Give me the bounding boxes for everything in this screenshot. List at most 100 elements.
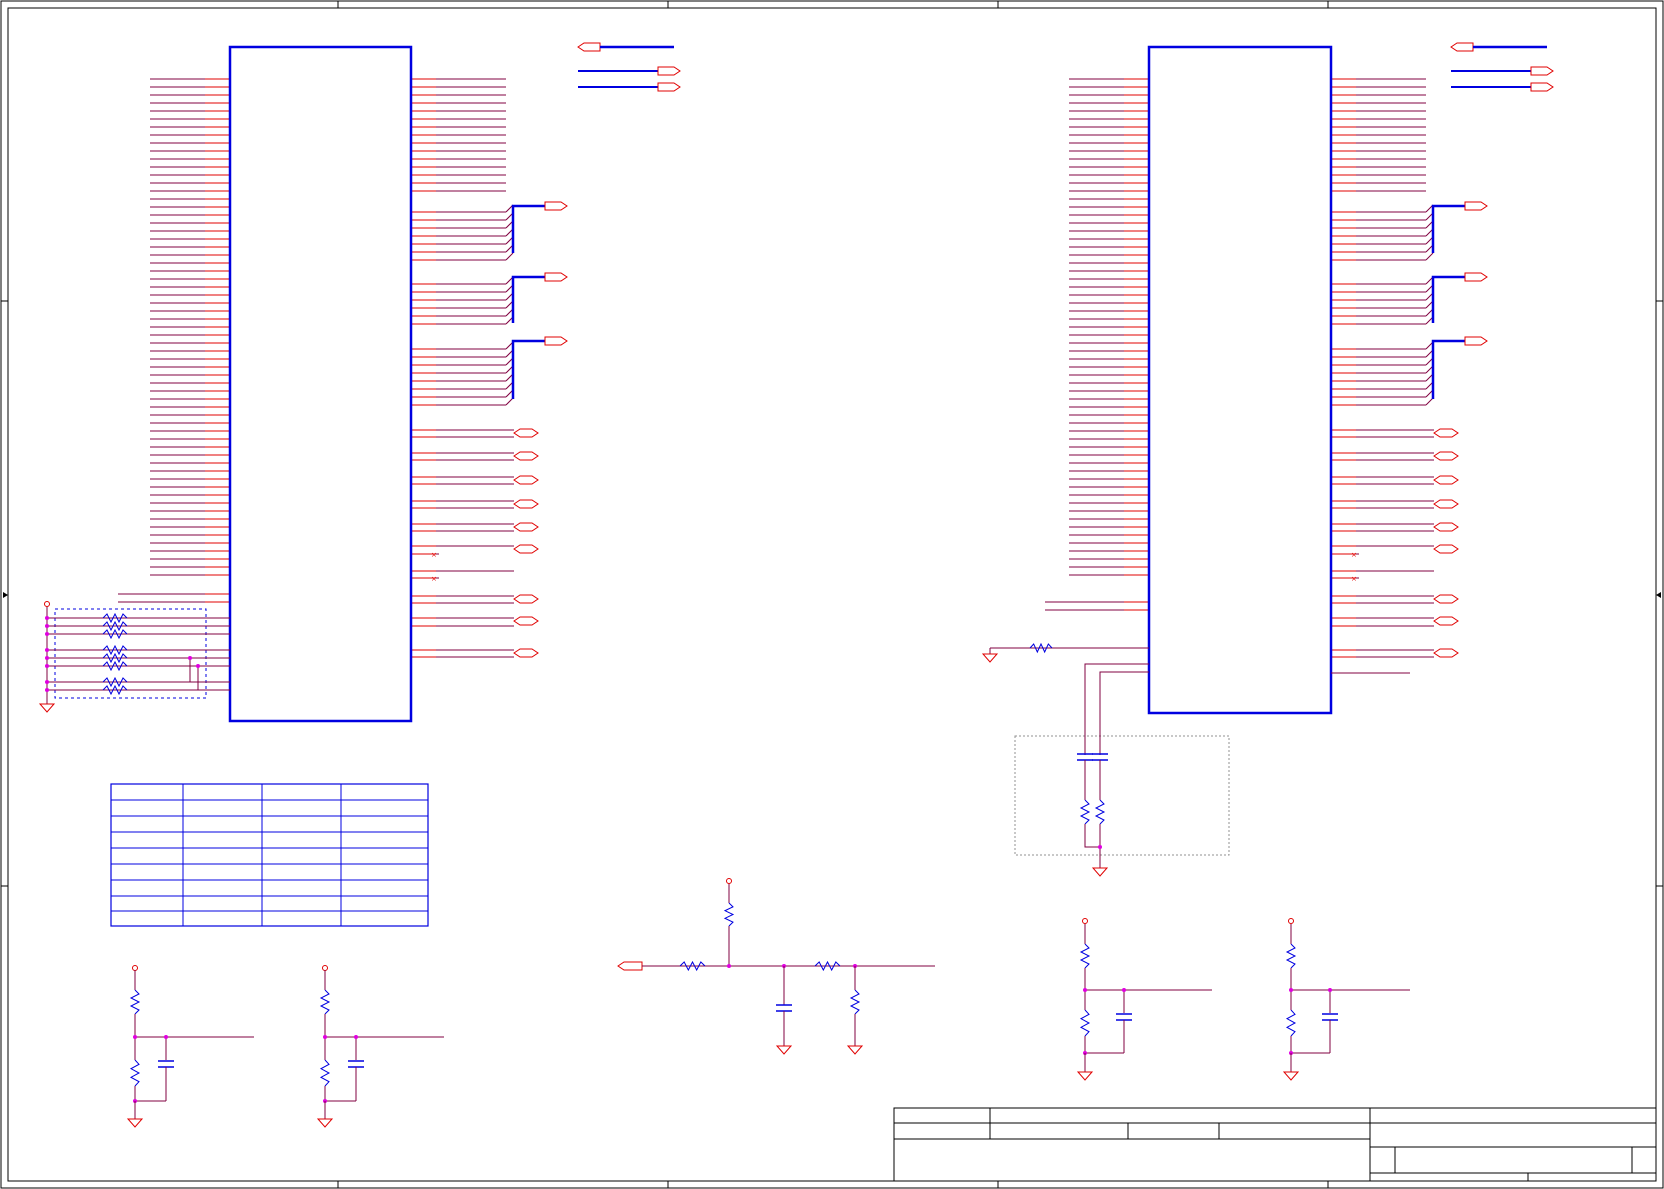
bus [1431,339,1465,399]
junction-dot [1122,988,1126,992]
junction-dot [188,656,192,660]
title-block-frame [893,1107,1657,1182]
port-icon [513,522,539,532]
port-icon [1433,616,1459,626]
ground-icon [981,653,999,663]
bus [511,275,545,323]
ground-icon [316,1118,334,1128]
power-port-icon [322,965,328,971]
port-icon [1433,594,1459,604]
port-icon [1450,42,1474,52]
resistor-icon [1285,1009,1297,1037]
ic-body [228,45,413,723]
resistor-icon [1285,943,1297,969]
ground-icon [1091,867,1109,877]
port-icon [513,544,539,554]
bus [1431,204,1465,253]
power-port-icon [726,878,732,884]
power-port-icon [1288,918,1294,924]
ic-right: ×× [981,42,1554,715]
port-icon [1530,66,1554,76]
junction-dot [1289,988,1293,992]
resistor-icon [1079,799,1091,825]
outer-border [0,0,1664,1189]
port-icon [1433,522,1459,532]
port-icon [1433,451,1459,461]
port-icon [513,499,539,509]
port-icon [513,616,539,626]
port-icon [1433,428,1459,438]
junction-dot [45,656,49,660]
bus-entry [505,397,514,406]
rc-filter-right [1014,663,1230,877]
voltage-divider-b [316,965,444,1128]
resistor-icon [1079,1009,1091,1037]
schematic-canvas: ×× ×× [0,0,1664,1189]
junction-dot [45,648,49,652]
zone-arrow-icon [1656,592,1661,598]
junction-dot [164,1035,168,1039]
bus [511,204,545,253]
power-port-icon [44,601,50,607]
ic-body [1147,45,1333,715]
port-icon [1464,336,1488,346]
sheet-border [0,0,1664,1189]
junction-dot [1083,988,1087,992]
resistor-icon [849,989,861,1015]
inner-border [7,7,1657,1182]
dashed-box [54,608,207,699]
voltage-divider-c [1076,918,1212,1081]
voltage-divider-d [1282,918,1410,1081]
port-icon [1433,475,1459,485]
ground-icon [775,1045,793,1055]
junction-dot [45,616,49,620]
voltage-divider-a [126,965,254,1128]
no-connect-icon: × [431,551,437,559]
port-icon [1464,272,1488,282]
port-icon [513,428,539,438]
port-icon [617,961,643,971]
wire [1084,1036,1124,1054]
resistor-icon [129,1059,141,1087]
power-port-icon [1082,918,1088,924]
junction-dot [133,1035,137,1039]
resistor-icon [319,1059,331,1087]
ic-left: ×× [118,42,681,723]
junction-dot [323,1035,327,1039]
port-icon [657,82,681,92]
wire [1290,1036,1330,1054]
bus [1431,275,1465,323]
port-icon [1530,82,1554,92]
port-icon [544,201,568,211]
junction-dot [354,1035,358,1039]
junction-dot [45,624,49,628]
port-icon [1433,648,1459,658]
junction-dot [45,688,49,692]
pin-assignment-table [110,783,429,927]
bus-entry [1425,397,1434,406]
wire [1084,663,1149,755]
junction-dot [727,964,731,968]
table-frame [110,783,429,927]
resistor-icon [1094,799,1106,825]
resistor-icon [723,902,735,927]
junction-dot [1098,845,1102,849]
bus [511,339,545,399]
port-icon [513,451,539,461]
resistor-icon [1079,943,1091,969]
center-filter [617,878,935,1055]
resistor-icon [319,989,331,1015]
port-icon [513,475,539,485]
port-icon [513,648,539,658]
junction-dot [45,664,49,668]
schematic-sheet: × × × × [0,0,1664,1189]
title-block [893,1107,1657,1182]
no-connect-icon: × [1351,575,1357,583]
wire [1084,824,1100,848]
wire [1099,671,1149,755]
port-icon [544,272,568,282]
resistor-network-left [38,601,230,713]
port-icon [577,42,601,52]
bus-entry [1425,252,1434,261]
ground-icon [38,703,56,713]
